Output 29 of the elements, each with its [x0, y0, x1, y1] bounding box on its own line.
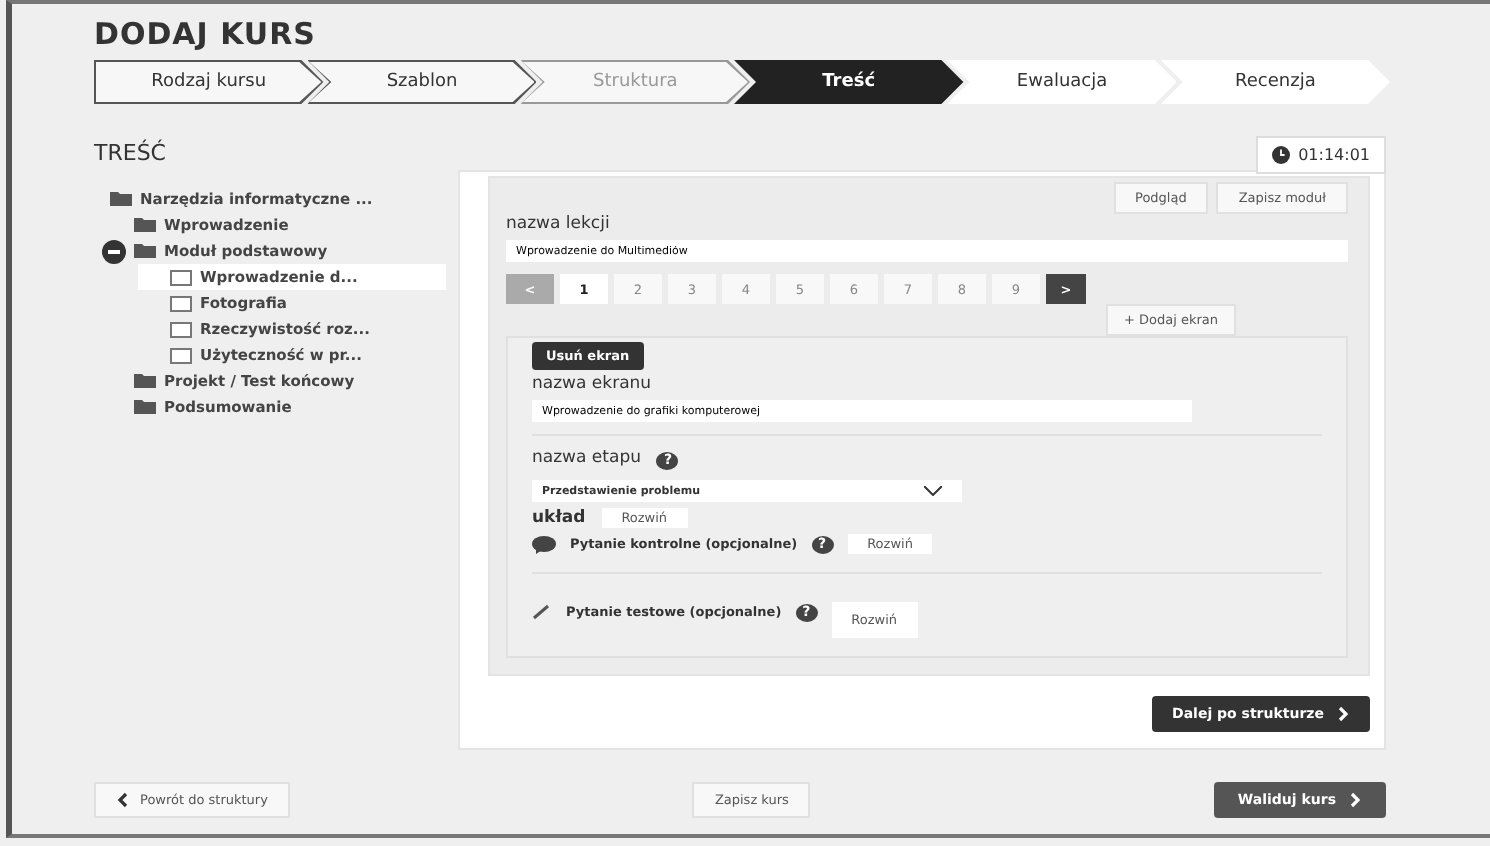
- step-tab[interactable]: Ewaluacja: [947, 60, 1177, 104]
- folder-icon: [134, 244, 156, 258]
- chevron-right-icon: [1350, 792, 1362, 808]
- field-label: nazwa ekranu: [532, 374, 652, 394]
- section-title: TREŚĆ: [94, 140, 168, 166]
- folder-icon: [110, 192, 132, 206]
- pencil-icon: [532, 604, 552, 620]
- step-tab[interactable]: Recenzja: [1160, 60, 1391, 104]
- timer: 01:14:01: [1256, 136, 1386, 174]
- page-icon: [170, 347, 192, 363]
- field-label: nazwa lekcji: [506, 214, 612, 234]
- page-icon: [170, 269, 192, 285]
- folder-icon: [134, 374, 156, 388]
- step-tab[interactable]: Szablon: [307, 60, 537, 104]
- folder-icon: [134, 218, 156, 232]
- chevron-right-icon: [1338, 706, 1350, 722]
- clock-icon: [1272, 146, 1291, 164]
- field-label: układ: [532, 508, 586, 528]
- collapse-icon[interactable]: [102, 239, 126, 263]
- page-icon: [170, 295, 192, 311]
- step-tab[interactable]: Rodzaj kursu: [94, 60, 324, 104]
- chevron-left-icon: [116, 792, 128, 808]
- step-tab[interactable]: Treść: [734, 60, 964, 104]
- chevron-down-icon: [924, 486, 942, 496]
- field-label: nazwa etapu: [532, 448, 641, 468]
- page-title: DODAJ KURS: [94, 16, 318, 52]
- chat-icon: [532, 535, 556, 553]
- page-icon: [170, 321, 192, 337]
- folder-icon: [134, 400, 156, 414]
